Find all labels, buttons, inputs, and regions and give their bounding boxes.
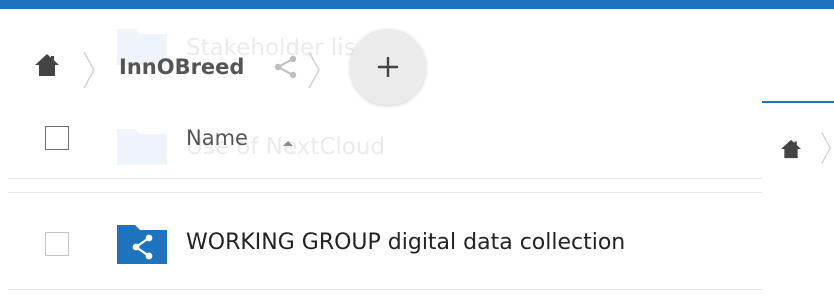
breadcrumb-current-folder[interactable]: InnOBreed — [119, 55, 244, 79]
row-divider — [8, 289, 762, 290]
row-divider — [8, 192, 762, 193]
home-icon[interactable] — [780, 139, 802, 159]
breadcrumb-separator-icon — [83, 51, 95, 89]
top-accent-bar — [0, 0, 834, 9]
breadcrumb-separator-icon — [821, 132, 832, 164]
header-divider — [8, 178, 762, 179]
breadcrumb-separator-icon — [308, 51, 320, 89]
row-select-checkbox[interactable] — [45, 232, 69, 256]
sort-ascending-icon — [283, 141, 293, 146]
shared-folder-icon[interactable] — [117, 222, 167, 264]
ghost-folder-icon — [117, 129, 167, 165]
add-new-button[interactable] — [350, 29, 426, 105]
files-app-window: Stakeholder lis Use of NextCloud InnOBre… — [0, 0, 834, 305]
name-column-header[interactable]: Name — [186, 126, 248, 150]
select-all-checkbox[interactable] — [45, 126, 69, 150]
plus-icon — [378, 57, 398, 77]
folder-name-link[interactable]: WORKING GROUP digital data collection — [186, 230, 625, 255]
share-icon[interactable] — [273, 55, 299, 79]
home-icon[interactable] — [34, 53, 60, 77]
